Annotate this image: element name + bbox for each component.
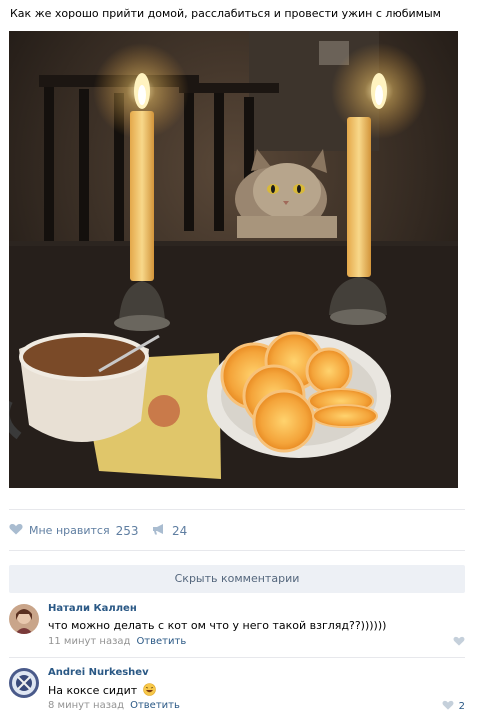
heart-icon [9,523,23,538]
post-photo[interactable] [9,31,458,488]
orange-plate [207,331,391,458]
comment-meta: 11 минут назад Ответить [48,636,186,647]
laughing-emoji-icon [142,683,156,699]
avatar[interactable] [9,604,39,634]
heart-icon [442,700,454,713]
post-text: Как же хорошо прийти домой, расслабиться… [10,7,441,20]
comment-time[interactable]: 11 минут назад [48,636,130,647]
comment-text-content: На коксе сидит [48,684,138,697]
share-button[interactable]: 24 [152,523,187,538]
comment: Натали Каллен что можно делать с кот ом … [9,600,465,658]
comment-meta: 8 минут назад Ответить [48,700,180,711]
comment-author[interactable]: Andrei Nurkeshev [48,667,149,678]
like-label: Мне нравится [29,524,110,537]
comment-author[interactable]: Натали Каллен [48,603,137,614]
heart-icon [453,636,465,649]
reply-link[interactable]: Ответить [130,700,180,711]
hide-comments-button[interactable]: Скрыть комментарии [9,565,465,593]
comment-like-button[interactable]: 2 [442,700,465,713]
like-count: 253 [115,523,139,538]
post-actions-bar: Мне нравится 253 24 [9,509,465,551]
like-button[interactable]: Мне нравится 253 [9,523,138,538]
megaphone-icon [152,523,166,538]
comment-text: что можно делать с кот ом что у него так… [48,619,387,632]
comment: Andrei Nurkeshev На коксе сидит 8 минут … [9,664,465,720]
comment-time[interactable]: 8 минут назад [48,700,124,711]
avatar[interactable] [9,668,39,698]
comment-text: На коксе сидит [48,683,156,699]
candlelit-dinner-with-cat-image [9,31,458,488]
share-count: 24 [172,523,188,538]
comment-like-button[interactable] [453,636,465,649]
comment-like-count: 2 [458,701,465,712]
reply-link[interactable]: Ответить [136,636,186,647]
